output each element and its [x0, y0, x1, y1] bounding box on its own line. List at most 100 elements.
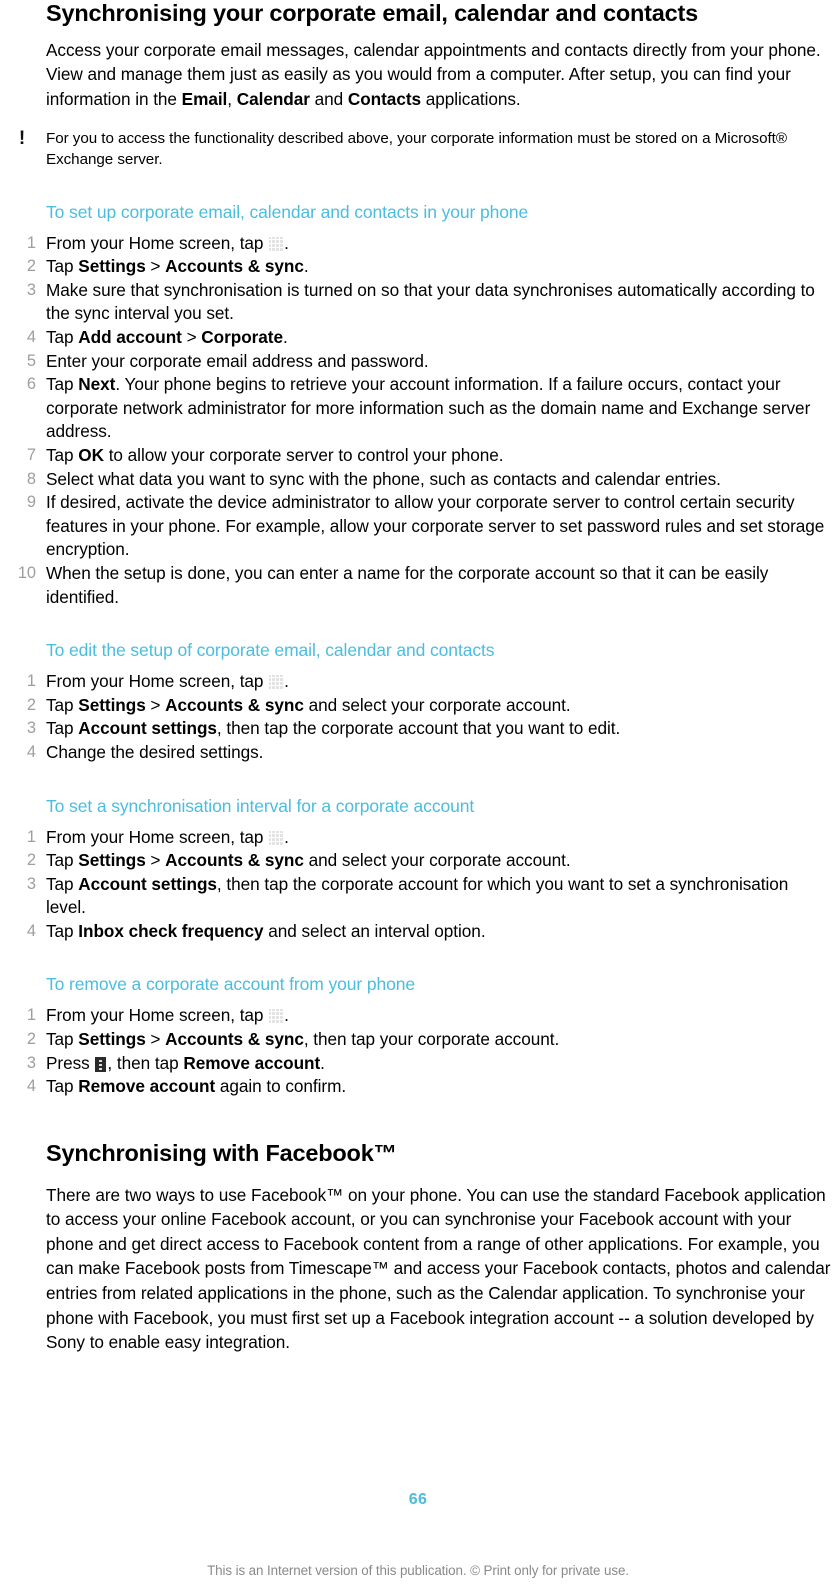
list-item-number: 7: [26, 445, 36, 464]
app-drawer-grid-icon: [269, 236, 284, 251]
list-item-text: Tap Inbox check frequency and select an …: [46, 920, 486, 941]
list-item: 2 Tap Settings > Accounts & sync and sele…: [27, 694, 832, 718]
steps-list-setup: 1 From your Home screen, tap . 2 Tap Settin…: [18, 232, 832, 610]
list-item-number: 3: [26, 719, 36, 738]
list-item-text: Tap OK to allow your corporate server to…: [46, 444, 504, 465]
ui-label: Accounts & sync: [165, 1029, 304, 1050]
list-item: 3 Press , then tap Remove account.: [27, 1052, 832, 1076]
list-item-number: 2: [26, 257, 36, 276]
section-heading-setup: To set up corporate email, calendar and …: [46, 201, 529, 222]
list-item-text: If desired, activate the device administ…: [46, 492, 825, 560]
list-item-number: 3: [26, 874, 36, 893]
ui-label: OK: [78, 444, 104, 465]
document-page: Synchronising your corporate email, cale…: [0, 0, 836, 1590]
list-item-number: 10: [17, 563, 36, 582]
list-item-text: From your Home screen, tap .: [46, 1005, 289, 1026]
page-title: Synchronising your corporate email, cale…: [46, 0, 699, 26]
exclamation-icon: !: [18, 127, 26, 149]
ui-label: Inbox check frequency: [78, 920, 264, 941]
ui-label: Next: [78, 374, 116, 395]
note-text: For you to access the functionality desc…: [46, 129, 787, 169]
list-item: 3 Make sure that synchronisation is turne…: [27, 279, 832, 326]
list-item: 1 From your Home screen, tap .: [27, 232, 832, 256]
list-item: 4 Change the desired settings.: [27, 741, 832, 765]
list-item: 9 If desired, activate the device adminis…: [27, 491, 832, 562]
list-item-number: 1: [26, 672, 36, 691]
list-item: 3 Tap Account settings, then tap the corp…: [27, 873, 832, 920]
list-item-text: Tap Account settings, then tap the corpo…: [46, 873, 789, 918]
steps-list-remove: 1 From your Home screen, tap . 2 Tap Settin…: [27, 1004, 832, 1099]
list-item-text: Tap Next. Your phone begins to retrieve …: [46, 374, 811, 442]
list-item-text: Tap Account settings, then tap the corpo…: [46, 718, 621, 739]
list-item-number: 4: [26, 742, 36, 761]
ui-label: Settings: [78, 256, 146, 277]
list-item-number: 1: [26, 1006, 36, 1025]
list-item-text: Enter your corporate email address and p…: [46, 350, 429, 371]
list-item: 1 From your Home screen, tap .: [27, 670, 832, 694]
footer-notice: This is an Internet version of this publ…: [207, 1563, 629, 1578]
list-item: 2 Tap Settings > Accounts & sync and sele…: [27, 849, 832, 873]
section-heading-remove: To remove a corporate account from your …: [46, 974, 416, 995]
app-drawer-grid-icon: [269, 1009, 284, 1024]
ui-label: Corporate: [201, 327, 283, 347]
ui-label: Settings: [78, 694, 146, 715]
list-item-text: Select what data you want to sync with t…: [46, 468, 721, 489]
list-item-number: 3: [26, 1053, 36, 1072]
list-item: 1 From your Home screen, tap .: [27, 1004, 832, 1028]
intro-text-4: applications.: [421, 89, 521, 110]
list-item-number: 2: [26, 851, 36, 870]
list-item: 1 From your Home screen, tap .: [27, 826, 832, 850]
list-item: 10 When the setup is done, you can enter …: [18, 562, 832, 609]
list-item-text: Change the desired settings.: [46, 741, 264, 762]
list-item: 3 Tap Account settings, then tap the corp…: [27, 717, 832, 741]
list-item-number: 4: [26, 328, 36, 346]
app-drawer-grid-icon: [269, 830, 284, 845]
overflow-menu-icon: [95, 1056, 107, 1072]
list-item-number: 4: [26, 1077, 36, 1096]
ui-label: Settings: [78, 850, 146, 871]
ui-label: Remove account: [78, 1076, 216, 1097]
list-item: 8 Select what data you want to sync with …: [27, 468, 832, 492]
list-item-number: 6: [26, 375, 36, 394]
list-item: 2 Tap Settings > Accounts & sync.: [27, 255, 832, 279]
steps-list-interval: 1 From your Home screen, tap . 2 Tap Settin…: [27, 826, 832, 944]
list-item-text: From your Home screen, tap .: [46, 232, 289, 253]
list-item-text: Tap Settings > Accounts & sync and selec…: [46, 850, 571, 871]
steps-list-edit: 1 From your Home screen, tap . 2 Tap Settin…: [27, 670, 832, 765]
list-item-text: Tap Remove account again to confirm.: [46, 1076, 347, 1097]
list-item-text: Tap Settings > Accounts & sync and selec…: [46, 694, 571, 715]
section-heading-edit: To edit the setup of corporate email, ca…: [46, 640, 495, 661]
list-item: 4 Tap Add account > Corporate.: [27, 326, 832, 350]
list-item-text: From your Home screen, tap .: [46, 826, 289, 847]
ui-label: Accounts & sync: [165, 850, 304, 871]
ui-label: Account settings: [78, 718, 217, 739]
list-item-number: 1: [26, 233, 36, 252]
list-item-text: Press , then tap Remove account.: [46, 1052, 325, 1073]
ui-label: Account settings: [78, 873, 217, 894]
list-item: 6 Tap Next. Your phone begins to retrieve…: [27, 373, 832, 444]
list-item-number: 1: [26, 827, 36, 846]
list-item-number: 9: [26, 493, 36, 512]
list-item-text: Tap Settings > Accounts & sync, then tap…: [46, 1029, 560, 1050]
note-block: ! For you to access the functionality de…: [19, 128, 832, 171]
page-number: 66: [408, 1491, 428, 1508]
list-item-number: 2: [26, 695, 36, 714]
list-item-text: When the setup is done, you can enter a …: [46, 562, 769, 607]
intro-bold-contacts: Contacts: [347, 89, 422, 110]
list-item-number: 3: [26, 280, 36, 299]
intro-bold-email: Email: [181, 89, 228, 110]
list-item-number: 4: [26, 921, 36, 940]
ui-label: Add account: [78, 327, 182, 347]
intro-paragraph: Access your corporate email messages, ca…: [46, 38, 832, 112]
list-item: 4 Tap Inbox check frequency and select an…: [27, 920, 832, 944]
list-item: 4 Tap Remove account again to confirm.: [27, 1075, 832, 1099]
